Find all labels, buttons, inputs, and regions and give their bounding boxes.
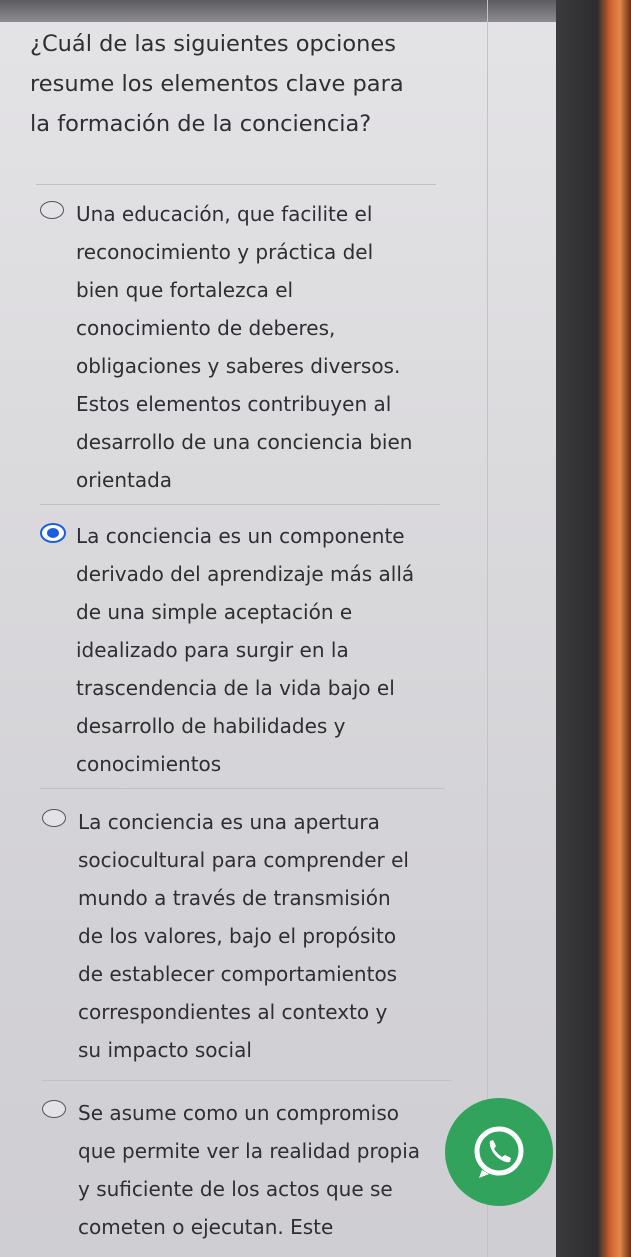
radio-button-option-3[interactable] — [42, 809, 66, 827]
divider — [36, 184, 436, 185]
option-2-text: La conciencia es un componente derivado … — [76, 524, 415, 776]
divider — [42, 1080, 452, 1081]
whatsapp-floating-button[interactable] — [445, 1098, 553, 1206]
option-3[interactable]: La conciencia es una apertura sociocultu… — [42, 803, 442, 1068]
option-3-text: La conciencia es una apertura sociocultu… — [78, 810, 409, 1062]
divider — [40, 504, 440, 505]
option-4-text: Se asume como un compromiso que permite … — [78, 1101, 421, 1239]
whatsapp-icon — [474, 1126, 524, 1178]
device-frame-edge — [556, 0, 631, 1257]
radio-button-option-4[interactable] — [42, 1100, 66, 1118]
divider — [40, 788, 445, 789]
radio-button-option-2-selected[interactable] — [40, 523, 66, 543]
question-text: ¿Cuál de las siguientes opciones resume … — [30, 31, 404, 137]
content-edge — [487, 0, 488, 1257]
top-bar — [0, 0, 560, 22]
option-1[interactable]: Una educación, que facilite el reconocim… — [40, 195, 440, 495]
option-4[interactable]: Se asume como un compromiso que permite … — [42, 1094, 442, 1254]
radio-button-option-1[interactable] — [40, 201, 64, 219]
quiz-screen: ¿Cuál de las siguientes opciones resume … — [0, 0, 631, 1257]
option-2[interactable]: La conciencia es un componente derivado … — [40, 517, 440, 782]
option-1-text: Una educación, que facilite el reconocim… — [76, 202, 413, 492]
